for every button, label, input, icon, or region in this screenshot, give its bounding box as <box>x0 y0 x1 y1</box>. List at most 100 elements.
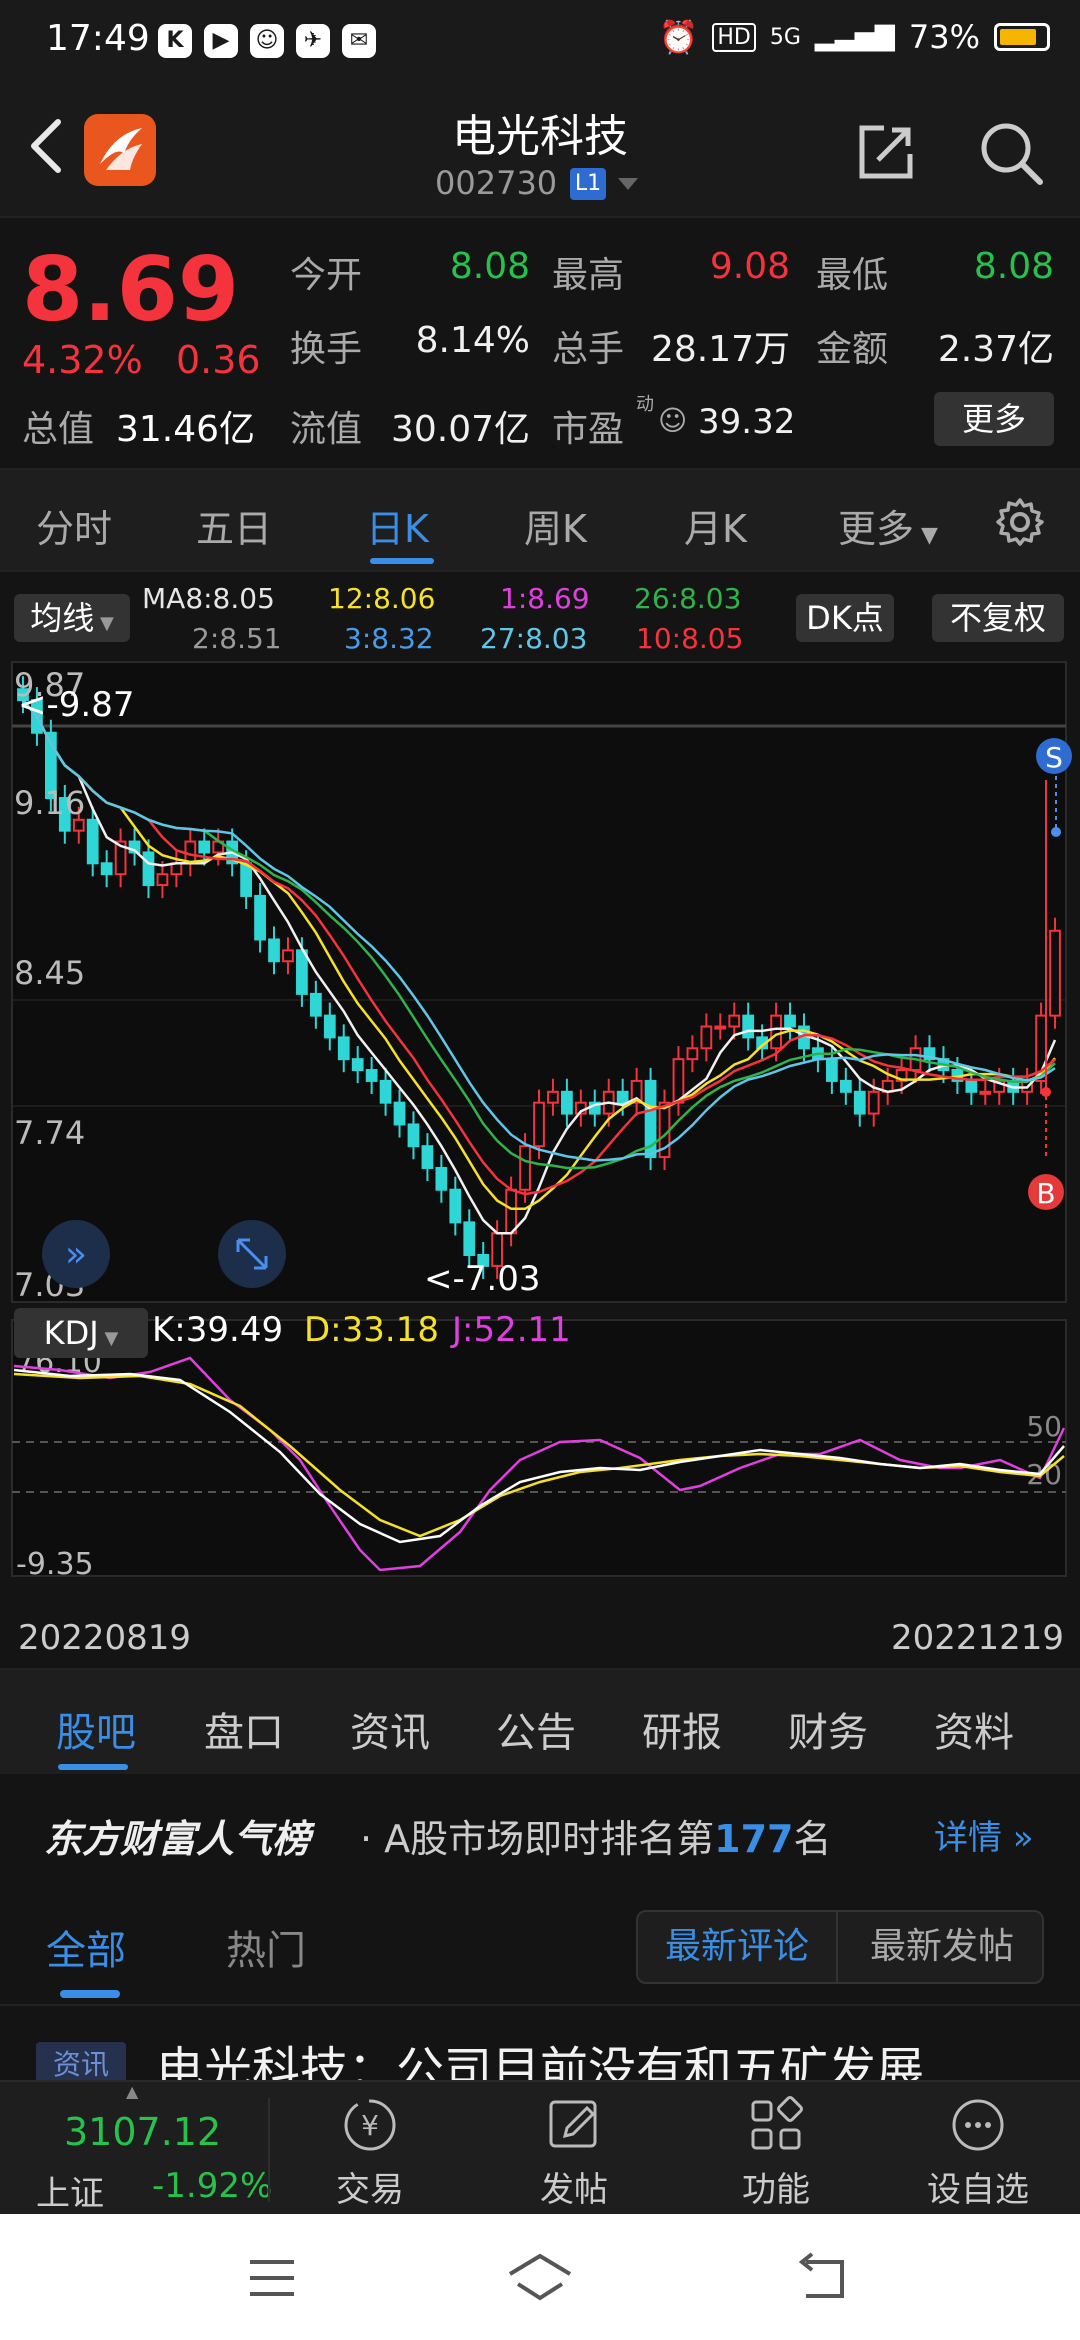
float-mv-value: 30.07亿 <box>390 409 530 450</box>
menu-icon[interactable] <box>242 2250 302 2306</box>
candle-body <box>337 1036 350 1061</box>
rank-detail-label: 详情 <box>934 1818 1002 1858</box>
index-value[interactable]: 3107.12 <box>64 2110 221 2154</box>
kdj-k-value: K:39.49 <box>152 1310 284 1350</box>
pe-info-icon[interactable]: ☺ <box>658 404 687 437</box>
battery-icon <box>994 23 1050 51</box>
tab-all[interactable]: 全部 <box>46 1918 126 1976</box>
network-icon: 5G <box>769 24 801 50</box>
float-mv-label: 流值 <box>290 409 363 450</box>
candle-body <box>365 1069 378 1082</box>
ma-value-12: 12:8.06 <box>328 582 436 615</box>
caret-down-icon: ▼ <box>914 523 938 548</box>
tab-hot[interactable]: 热门 <box>226 1918 306 1976</box>
tab-financials[interactable]: 财务 <box>788 1700 868 1758</box>
active-tab-indicator <box>370 558 434 564</box>
rank-detail-link[interactable]: 详情 » <box>934 1810 1034 1859</box>
level-badge[interactable]: L1 <box>570 168 606 200</box>
more-button[interactable]: 更多 <box>934 392 1054 446</box>
candle-body <box>770 1014 782 1050</box>
ma-value-27: 27:8.03 <box>480 622 588 655</box>
candle-body <box>714 1025 727 1030</box>
tab-five-day[interactable]: 五日 <box>196 498 272 553</box>
candle-body <box>561 1090 573 1115</box>
bottom-action-bar: ▲ 3107.12 上证 -1.92% ¥ 交易 发帖 功能 设自选 <box>0 2080 1080 2214</box>
fullscreen-icon[interactable] <box>218 1220 286 1288</box>
candle-body <box>853 1090 866 1115</box>
ma-value-10: 10:8.05 <box>636 622 744 655</box>
ma-value-1: 1:8.69 <box>500 582 590 615</box>
function-button[interactable]: 功能 <box>706 2094 846 2211</box>
candle-body <box>784 1014 796 1028</box>
index-change: -1.92% <box>152 2166 273 2206</box>
ma-value-26: 26:8.03 <box>634 582 742 615</box>
dk-point-button[interactable]: DK点 <box>796 594 894 642</box>
sort-latest-comment[interactable]: 最新评论 <box>638 1912 838 1982</box>
svg-text:»: » <box>65 1234 87 1275</box>
kline-chart[interactable]: 9.87 9.16 8.45 7.74 7.03 <-9.87 <-7.03 S… <box>0 660 1080 1660</box>
hd-icon: HD <box>712 22 756 52</box>
back-nav-icon[interactable] <box>792 2250 852 2306</box>
max-price-annotation: <-9.87 <box>18 685 134 725</box>
rank-brand: 东方财富人气榜 <box>44 1817 311 1861</box>
tab-weekly-k[interactable]: 周K <box>524 498 587 553</box>
sort-latest-post[interactable]: 最新发帖 <box>840 1912 1044 1982</box>
search-icon[interactable] <box>978 120 1044 186</box>
change-amount: 0.36 <box>176 338 261 382</box>
tab-research[interactable]: 研报 <box>642 1700 722 1758</box>
ma-value-3: 3:8.32 <box>344 622 434 655</box>
ma-selector[interactable]: 均线 ▼ <box>14 594 130 642</box>
price-adjust-button[interactable]: 不复权 <box>932 594 1064 642</box>
collapse-arrow-icon[interactable]: ▲ <box>126 2082 142 2101</box>
tab-intraday[interactable]: 分时 <box>36 498 112 553</box>
rank-text: · A股市场即时排名第177名 <box>360 1808 832 1863</box>
tab-news[interactable]: 资讯 <box>350 1700 430 1758</box>
popularity-rank-bar[interactable]: 东方财富人气榜 · A股市场即时排名第177名 详情 » <box>0 1774 1080 1886</box>
status-time: 17:49 <box>46 18 150 59</box>
candle-body <box>309 992 322 1017</box>
candle-body <box>1049 929 1061 1017</box>
turnover-value: 8.14% <box>415 320 530 361</box>
low-label: 最低 <box>816 255 889 296</box>
last-price: 8.69 <box>22 238 240 341</box>
gear-icon[interactable] <box>994 496 1046 548</box>
share-icon[interactable] <box>856 122 916 182</box>
add-watchlist-button[interactable]: 设自选 <box>908 2094 1048 2211</box>
tab-order-book[interactable]: 盘口 <box>204 1700 284 1758</box>
tab-guba[interactable]: 股吧 <box>56 1700 136 1758</box>
total-mv-label: 总值 <box>22 409 95 450</box>
kdj-d-value: D:33.18 <box>304 1310 439 1350</box>
active-tab-indicator <box>60 1990 120 1998</box>
home-icon[interactable] <box>504 2250 576 2306</box>
sell-marker-label: S <box>1045 741 1063 774</box>
open-value: 8.08 <box>449 246 530 287</box>
stock-code: 002730 <box>435 164 558 202</box>
candle-body <box>421 1145 434 1169</box>
tab-daily-k[interactable]: 日K <box>366 498 429 553</box>
post-button[interactable]: 发帖 <box>504 2094 644 2211</box>
status-indicators: ⏰ HD 5G ▂▃▅▇ 73% <box>659 18 1050 56</box>
y-tick: 9.16 <box>14 784 85 822</box>
candle-body <box>379 1079 392 1104</box>
caret-down-icon[interactable] <box>618 178 638 190</box>
trade-yen-icon: ¥ <box>344 2099 396 2151</box>
period-tabs: 分时 五日 日K 周K 月K 更多 ▼ <box>0 468 1080 572</box>
news-list-item[interactable]: 资讯 电光科技：公司目前没有和五矿发展 <box>0 2004 1080 2080</box>
mail-icon: ✉ <box>342 24 376 58</box>
ma-indicator-row: 均线 ▼ MA8:8.05 12:8.06 1:8.69 26:8.03 2:8… <box>0 572 1080 662</box>
trade-button[interactable]: ¥ 交易 <box>300 2094 440 2211</box>
kdj-selector[interactable]: KDJ ▼ <box>14 1308 148 1358</box>
candle-body <box>672 1058 685 1104</box>
rank-text-before: · A股市场即时排名第 <box>360 1817 715 1861</box>
tab-profile[interactable]: 资料 <box>934 1700 1014 1758</box>
tab-announcements[interactable]: 公告 <box>496 1700 576 1758</box>
candle-body <box>979 1090 992 1095</box>
candle-body <box>519 1145 531 1191</box>
candle-body <box>965 1079 978 1093</box>
stock-name: 电光科技 <box>452 111 628 162</box>
tab-more[interactable]: 更多 ▼ <box>838 498 938 553</box>
tab-monthly-k[interactable]: 月K <box>684 498 747 553</box>
post-label: 发帖 <box>540 2170 608 2210</box>
candle-body <box>742 1014 755 1039</box>
expand-sidebar-icon[interactable]: » <box>42 1220 110 1288</box>
